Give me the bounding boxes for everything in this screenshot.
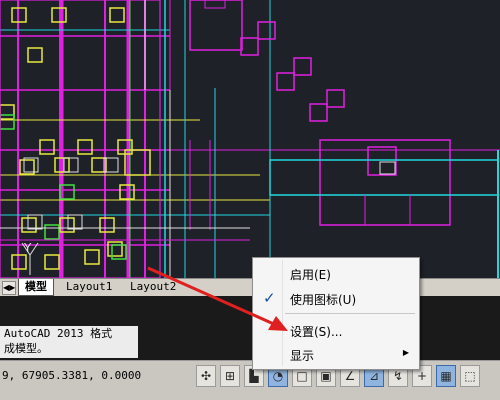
cad-rect — [67, 214, 83, 230]
menu-separator — [285, 313, 415, 314]
tab-scroll-arrows-icon[interactable]: ◀▶ — [2, 281, 16, 295]
command-window[interactable]: AutoCAD 2013 格式 成模型。 — [0, 296, 500, 360]
cad-rect — [0, 114, 15, 130]
grid-icon[interactable]: ⊞ — [220, 365, 240, 387]
cad-rect — [379, 161, 396, 175]
tab-model[interactable]: 模型 — [18, 279, 54, 296]
cad-rect — [44, 224, 60, 240]
coordinate-readout: 9, 67905.3381, 0.0000 — [2, 369, 142, 382]
cad-rect — [269, 159, 499, 196]
cad-rect — [21, 217, 37, 233]
layout-tab-bar: ◀▶ 模型 Layout1 Layout2 — [0, 278, 500, 296]
cad-rect — [77, 139, 93, 155]
submenu-arrow-icon: ▶ — [402, 348, 409, 357]
drawing-canvas[interactable]: Y — [0, 0, 500, 278]
menu-item-settings[interactable]: 设置(S)... — [253, 320, 419, 342]
cad-rect — [107, 241, 123, 257]
cad-rect — [109, 7, 125, 23]
menu-item-enable[interactable]: 启用(E) — [253, 263, 419, 285]
tab-layout1[interactable]: Layout1 — [60, 279, 118, 295]
cad-rect — [276, 72, 295, 91]
checkmark-icon: ✓ — [263, 289, 276, 307]
status-bar: 9, 67905.3381, 0.0000 ✣ ⊞ ▙ ◔ □ ▣ ∠ ⊿ ↯ + ▦ ⬚ — [0, 360, 500, 400]
cad-rect — [309, 103, 328, 122]
cad-rect — [257, 21, 276, 40]
menu-item-display[interactable]: 显示 ▶ — [253, 344, 419, 366]
cad-rect — [0, 104, 15, 120]
menu-item-label: 启用(E) — [290, 268, 331, 282]
cad-rect — [99, 217, 115, 233]
qp-icon[interactable]: ⬚ — [460, 365, 480, 387]
tab-layout2[interactable]: Layout2 — [124, 279, 182, 295]
context-menu: 启用(E) ✓ 使用图标(U) 设置(S)... 显示 ▶ — [252, 257, 420, 370]
snap-icon[interactable]: ✣ — [196, 365, 216, 387]
cad-rect — [84, 249, 100, 265]
cad-rect — [240, 37, 259, 56]
cad-rect — [367, 146, 397, 176]
cad-rect — [111, 244, 127, 260]
cad-rect — [27, 214, 43, 230]
cad-rect — [27, 47, 43, 63]
ucs-y-label: Y — [23, 241, 32, 255]
menu-item-label: 设置(S)... — [290, 325, 343, 339]
cad-rect — [293, 57, 312, 76]
command-history-line: AutoCAD 2013 格式 — [4, 327, 113, 340]
cad-rect — [44, 254, 60, 270]
cad-rect — [39, 139, 55, 155]
command-history: AutoCAD 2013 格式 成模型。 — [0, 326, 138, 358]
menu-item-label: 显示 — [290, 349, 315, 363]
tpy-icon[interactable]: ▦ — [436, 365, 456, 387]
cad-rect — [204, 0, 226, 9]
cad-rect — [319, 139, 451, 226]
menu-item-use-icons[interactable]: ✓ 使用图标(U) — [253, 288, 419, 310]
command-history-line: 成模型。 — [4, 342, 48, 355]
cad-rect — [0, 0, 161, 278]
menu-item-label: 使用图标(U) — [290, 293, 357, 307]
cad-rect — [326, 89, 345, 108]
cad-rect — [63, 157, 79, 173]
